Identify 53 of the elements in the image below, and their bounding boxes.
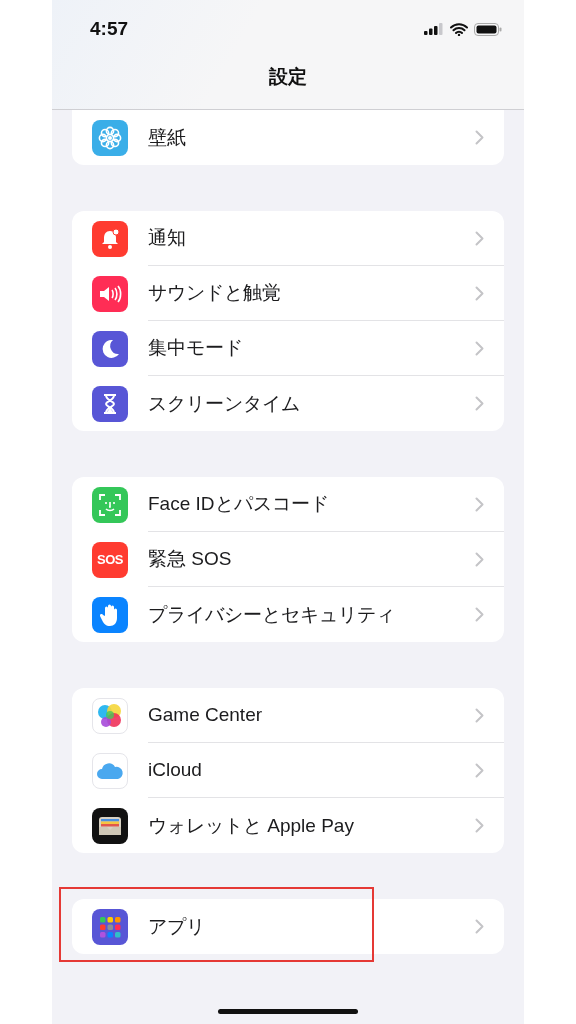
chevron-icon xyxy=(475,762,484,778)
row-label: Game Center xyxy=(148,704,263,726)
chevron-icon xyxy=(475,707,484,723)
status-time: 4:57 xyxy=(90,18,129,40)
settings-row[interactable]: プライバシーとセキュリティ xyxy=(72,587,504,642)
bell-icon xyxy=(92,220,128,257)
settings-row[interactable]: サウンドと触覚 xyxy=(72,266,504,321)
signal-icon xyxy=(424,23,444,35)
chevron-icon xyxy=(475,919,484,934)
settings-row[interactable]: 壁紙 xyxy=(72,110,504,165)
row-label: 緊急 SOS xyxy=(148,547,232,571)
settings-row[interactable]: Game Center xyxy=(72,688,504,743)
settings-row[interactable]: ウォレットと Apple Pay xyxy=(72,798,504,853)
hourglass-icon xyxy=(92,385,128,422)
chevron-icon xyxy=(475,818,484,833)
settings-row[interactable]: Face IDとパスコード xyxy=(72,477,504,532)
bubbles-icon xyxy=(92,697,128,734)
sos-icon: SOS xyxy=(92,541,128,578)
row-label: 通知 xyxy=(148,226,186,250)
face-scan-icon xyxy=(92,486,128,523)
battery-icon xyxy=(474,22,502,36)
row-label: サウンドと触覚 xyxy=(148,281,281,305)
settings-row[interactable]: 集中モード xyxy=(72,321,504,376)
row-label: Face IDとパスコード xyxy=(148,492,329,516)
settings-row[interactable]: アプリ xyxy=(72,899,504,954)
settings-row[interactable]: スクリーンタイム xyxy=(72,376,504,431)
chevron-icon xyxy=(475,230,484,246)
chevron-icon xyxy=(475,130,484,145)
settings-row[interactable]: SOS 緊急 SOS xyxy=(72,532,504,587)
chevron-icon xyxy=(475,551,484,567)
chevron-icon xyxy=(475,285,484,301)
wifi-icon xyxy=(450,22,468,36)
app-grid-icon xyxy=(92,908,128,945)
screen-title: 設定 xyxy=(269,65,307,89)
speaker-icon xyxy=(92,275,128,312)
row-label: iCloud xyxy=(148,759,202,781)
row-label: アプリ xyxy=(148,914,205,939)
wallet-icon xyxy=(92,807,128,844)
row-label: 集中モード xyxy=(148,336,243,360)
settings-row[interactable]: 通知 xyxy=(72,211,504,266)
row-label: 壁紙 xyxy=(148,125,186,150)
chevron-icon xyxy=(475,340,484,356)
chevron-icon xyxy=(475,396,484,411)
hand-icon xyxy=(92,596,128,633)
settings-row[interactable]: iCloud xyxy=(72,743,504,798)
chevron-icon xyxy=(475,496,484,512)
moon-icon xyxy=(92,330,128,367)
cloud-icon xyxy=(92,752,128,789)
flower-icon xyxy=(92,119,128,156)
row-label: スクリーンタイム xyxy=(148,391,300,416)
chevron-icon xyxy=(475,607,484,622)
row-label: プライバシーとセキュリティ xyxy=(148,602,395,627)
row-label: ウォレットと Apple Pay xyxy=(148,813,354,838)
